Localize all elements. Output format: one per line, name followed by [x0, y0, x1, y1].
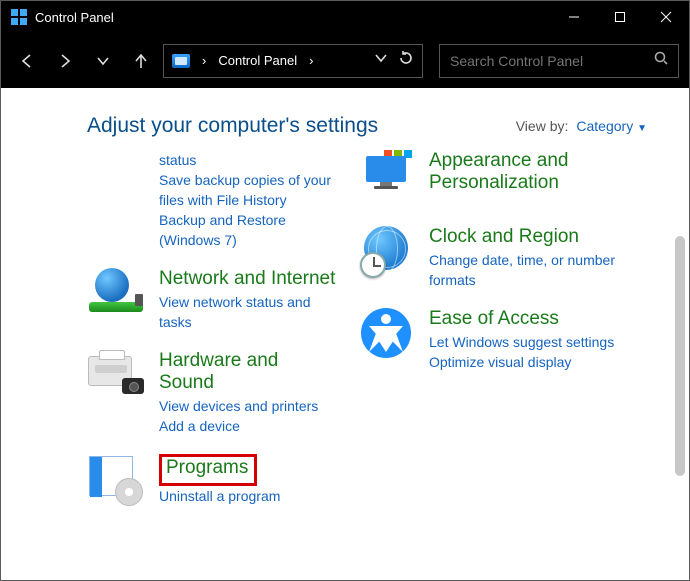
sublink[interactable]: Optimize visual display [429, 352, 614, 372]
category-title[interactable]: Programs [166, 457, 248, 479]
sublink[interactable]: Add a device [159, 416, 337, 436]
breadcrumb-dropdown[interactable] [374, 51, 388, 70]
titlebar: Control Panel [1, 1, 689, 33]
category-network-internet: Network and Internet View network status… [87, 268, 337, 332]
category-title[interactable]: Appearance and Personalization [429, 150, 637, 194]
category-title[interactable]: Clock and Region [429, 226, 637, 248]
category-fragment: status Save backup copies of your files … [87, 150, 337, 250]
category-clock-region: Clock and Region Change date, time, or n… [357, 226, 637, 290]
window-title: Control Panel [35, 10, 114, 25]
programs-icon [87, 454, 145, 512]
control-panel-icon [172, 54, 190, 68]
category-title[interactable]: Ease of Access [429, 308, 614, 330]
sublink[interactable]: Uninstall a program [159, 486, 280, 506]
hardware-sound-icon [87, 350, 145, 408]
highlight-box: Programs [159, 454, 257, 486]
page-title: Adjust your computer's settings [87, 114, 378, 138]
sublink[interactable]: Let Windows suggest settings [429, 332, 614, 352]
ease-of-access-icon [357, 308, 415, 366]
category-appearance-personalization: Appearance and Personalization [357, 150, 637, 208]
search-icon[interactable] [654, 51, 668, 70]
network-internet-icon [87, 268, 145, 326]
category-title[interactable]: Hardware and Sound [159, 350, 337, 394]
navigation-bar: › Control Panel › [1, 33, 689, 88]
viewby-label: View by: [516, 118, 569, 134]
control-panel-icon [11, 9, 27, 25]
sublink[interactable]: Backup and Restore (Windows 7) [159, 210, 337, 250]
search-input[interactable] [450, 53, 646, 69]
breadcrumb-root[interactable]: Control Panel [218, 53, 297, 68]
sublink[interactable]: Change date, time, or number formats [429, 250, 637, 290]
up-button[interactable] [125, 42, 157, 80]
category-hardware-sound: Hardware and Sound View devices and prin… [87, 350, 337, 436]
appearance-icon [357, 150, 415, 208]
history-dropdown-button[interactable] [87, 42, 119, 80]
refresh-button[interactable] [398, 50, 414, 71]
address-bar[interactable]: › Control Panel › [163, 44, 423, 78]
sublink[interactable]: status [159, 150, 337, 170]
viewby-selector[interactable]: Category ▼ [576, 118, 647, 134]
breadcrumb-separator: › [198, 53, 210, 68]
sublink[interactable]: View network status and tasks [159, 292, 337, 332]
back-button[interactable] [11, 42, 43, 80]
maximize-button[interactable] [597, 1, 643, 33]
clock-region-icon [357, 226, 415, 284]
category-title[interactable]: Network and Internet [159, 268, 337, 290]
chevron-down-icon: ▼ [637, 123, 647, 134]
category-ease-of-access: Ease of Access Let Windows suggest setti… [357, 308, 637, 372]
sublink[interactable]: Save backup copies of your files with Fi… [159, 170, 337, 210]
scrollbar-thumb[interactable] [675, 236, 685, 476]
minimize-button[interactable] [551, 1, 597, 33]
forward-button[interactable] [49, 42, 81, 80]
category-programs: Programs Uninstall a program [87, 454, 337, 512]
close-button[interactable] [643, 1, 689, 33]
breadcrumb-separator[interactable]: › [305, 53, 317, 68]
search-box[interactable] [439, 44, 679, 78]
sublink[interactable]: View devices and printers [159, 396, 337, 416]
